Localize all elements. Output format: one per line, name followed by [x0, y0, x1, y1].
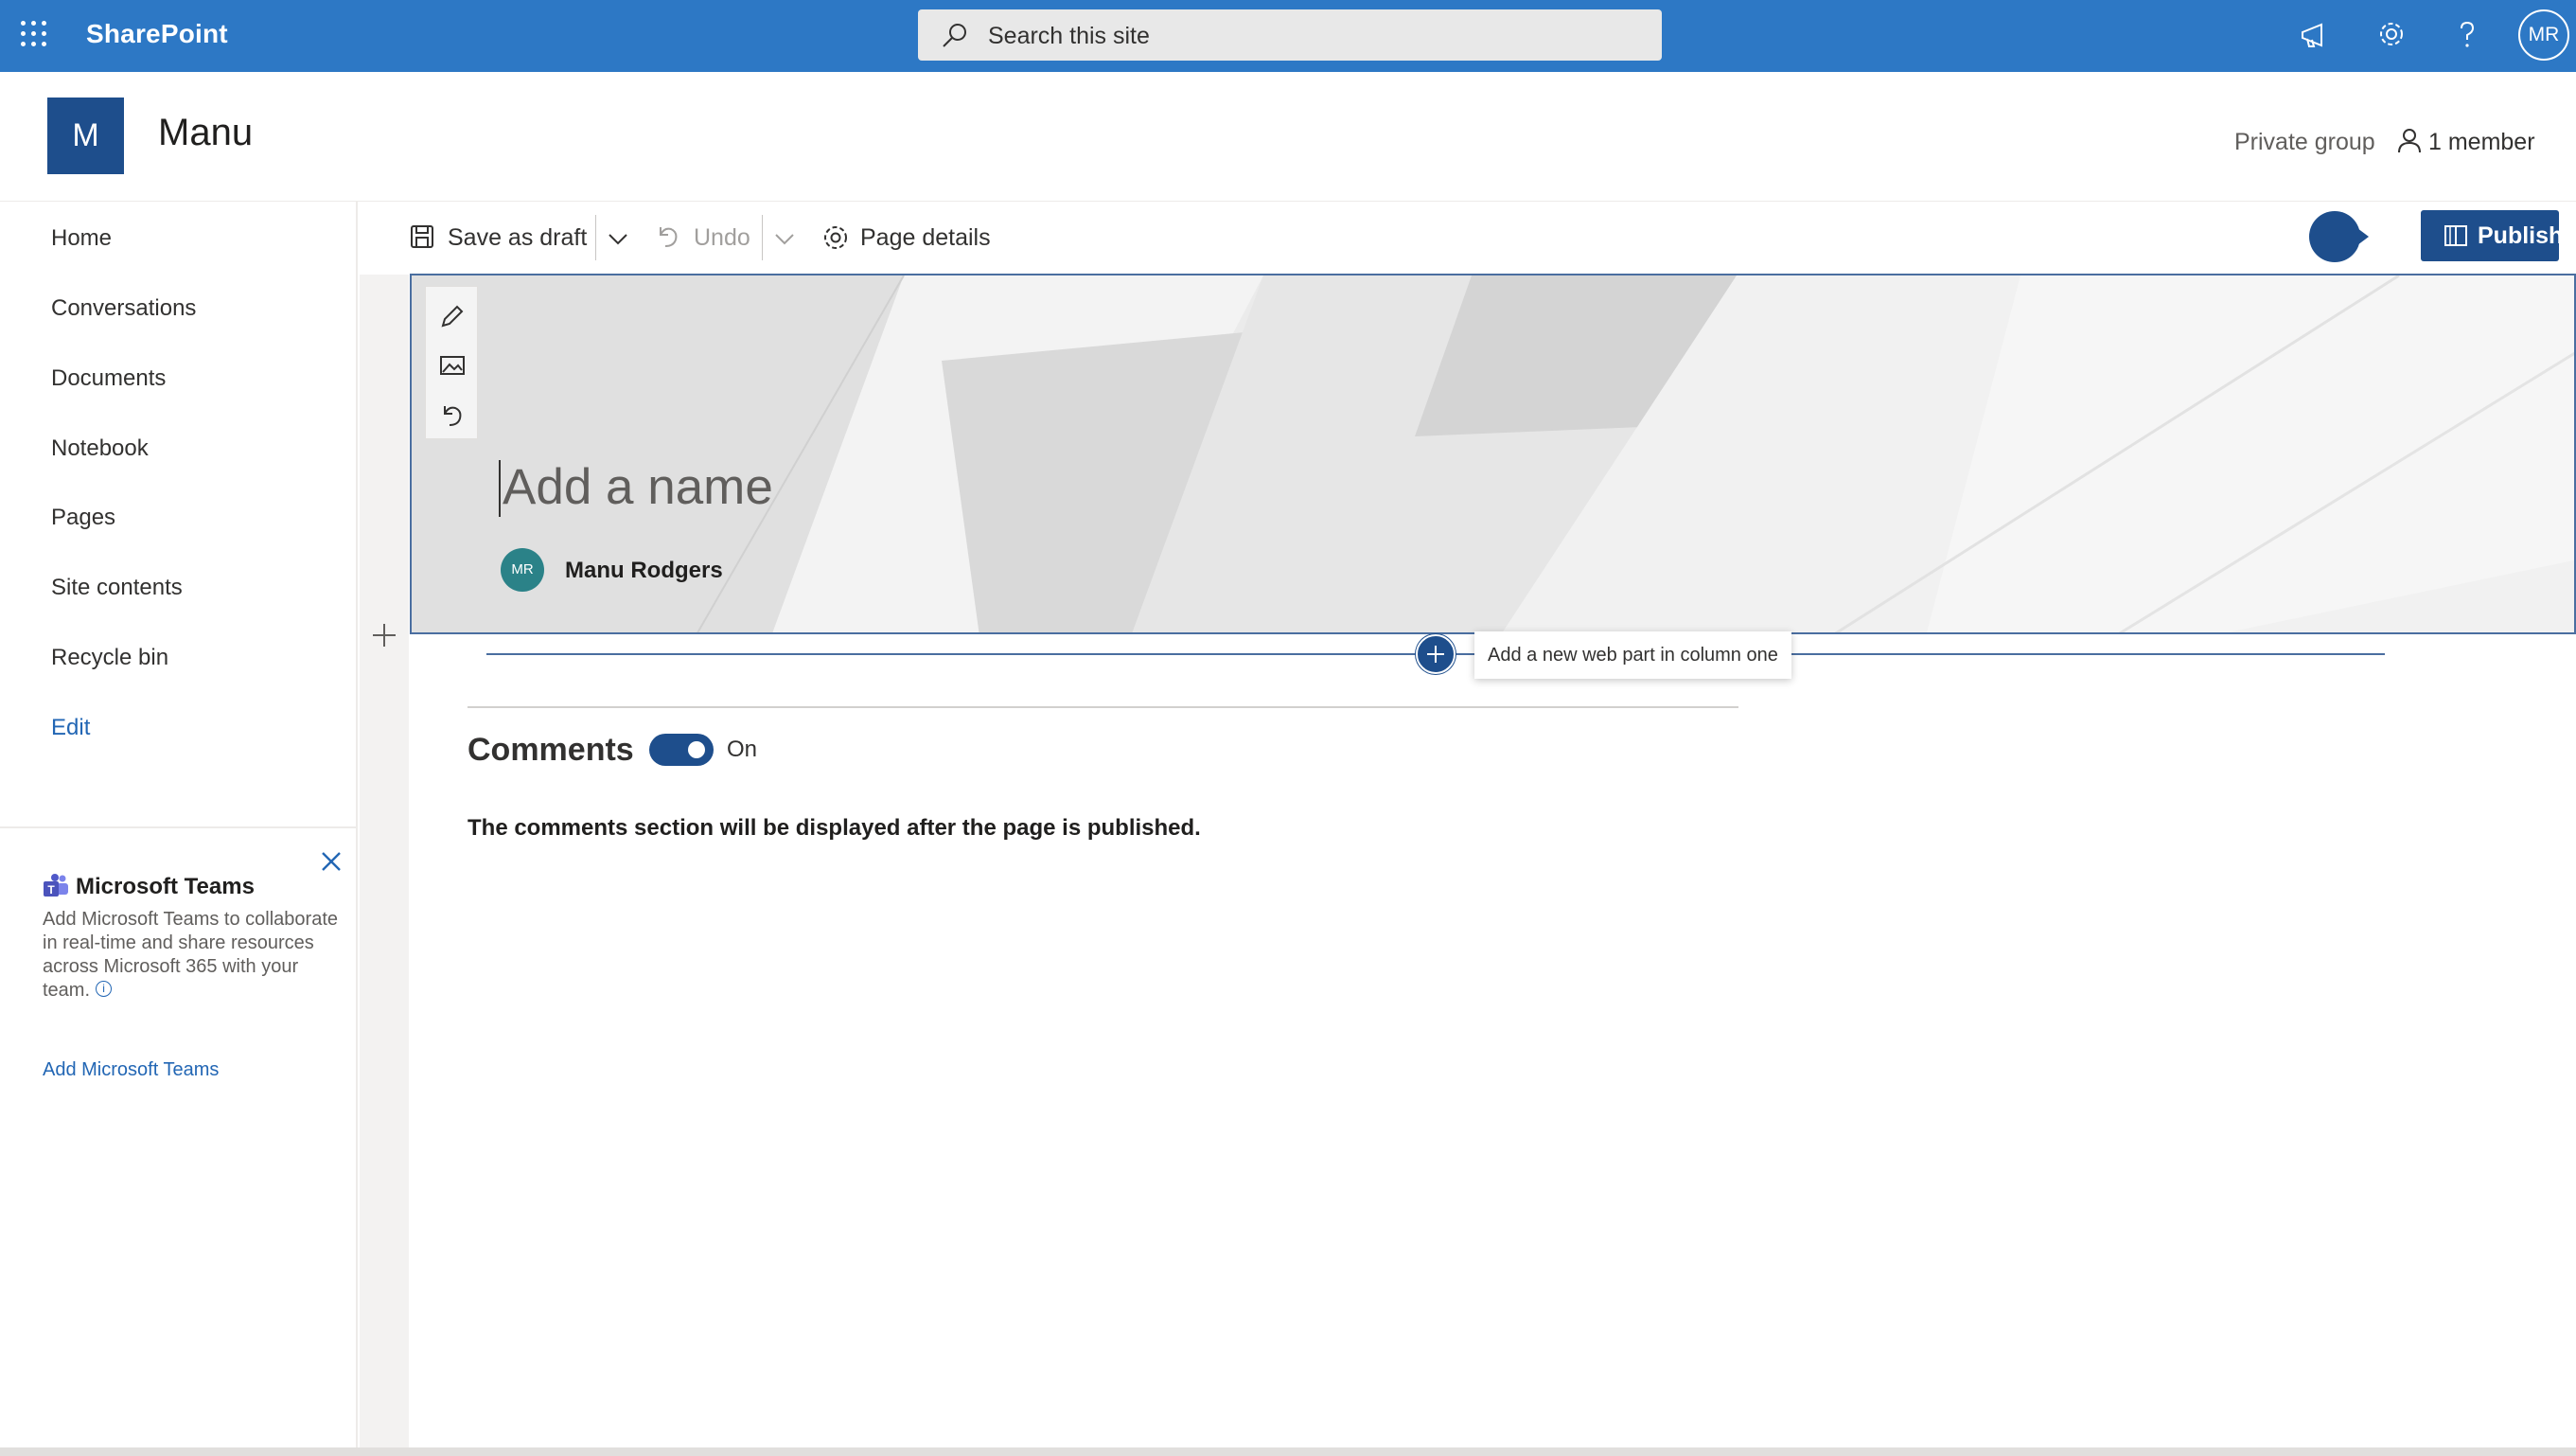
svg-text:T: T [47, 883, 55, 897]
nav-item-recycle-bin[interactable]: Recycle bin [51, 645, 168, 671]
comments-divider [468, 706, 1738, 708]
bottom-border [0, 1447, 2576, 1456]
comments-toggle[interactable] [649, 734, 714, 766]
app-name[interactable]: SharePoint [86, 19, 228, 49]
user-avatar[interactable]: MR [2518, 9, 2569, 61]
gear-icon [824, 226, 847, 249]
search-placeholder: Search this site [988, 23, 1150, 49]
undo-icon [660, 227, 678, 247]
publish-button[interactable]: Publish [2421, 210, 2563, 261]
command-separator [595, 215, 596, 260]
reset-icon[interactable] [438, 401, 467, 430]
title-toolbar [425, 286, 478, 439]
edit-pencil-icon[interactable] [438, 302, 467, 330]
add-section-icon[interactable] [370, 621, 398, 649]
nav-item-site-contents[interactable]: Site contents [51, 575, 183, 601]
nav-item-pages[interactable]: Pages [51, 505, 115, 531]
add-webpart-tooltip: Add a new web part in column one [1474, 631, 1791, 679]
command-separator [762, 215, 763, 260]
privacy-label: Private group [2234, 129, 2375, 155]
nav-divider [0, 826, 356, 828]
left-navigation: Home Conversations Documents Notebook Pa… [0, 202, 358, 1447]
megaphone-icon[interactable] [2297, 17, 2335, 55]
chevron-down-icon[interactable] [772, 226, 797, 251]
close-icon[interactable] [319, 849, 344, 874]
nav-item-documents[interactable]: Documents [51, 365, 166, 392]
comments-note: The comments section will be displayed a… [468, 815, 1201, 841]
nav-item-conversations[interactable]: Conversations [51, 295, 196, 322]
page-details-label: Page details [860, 224, 991, 251]
teams-card-description: Add Microsoft Teams to collaborate in re… [43, 908, 345, 1003]
site-logo[interactable]: M [47, 98, 124, 174]
comments-toggle-label: On [727, 737, 758, 762]
add-webpart-button[interactable] [1416, 634, 1456, 674]
feedback-bubble-icon[interactable] [2308, 210, 2369, 263]
title-background-image [412, 275, 2574, 632]
settings-icon[interactable] [2373, 17, 2410, 55]
chevron-down-icon[interactable] [606, 226, 630, 251]
save-icon [411, 225, 433, 248]
add-teams-link[interactable]: Add Microsoft Teams [43, 1059, 219, 1081]
site-name[interactable]: Manu [158, 112, 253, 154]
comments-heading: Comments [468, 732, 634, 768]
author-name: Manu Rodgers [565, 558, 723, 583]
nav-item-notebook[interactable]: Notebook [51, 435, 149, 462]
app-launcher-icon[interactable] [21, 21, 47, 47]
search-input[interactable]: Search this site [918, 9, 1662, 61]
change-image-icon[interactable] [438, 352, 467, 381]
title-region[interactable]: Add a name MR Manu Rodgers [410, 274, 2576, 634]
members-count: 1 member [2428, 129, 2535, 155]
search-icon [943, 24, 966, 47]
help-icon[interactable] [2448, 17, 2486, 55]
teams-icon: T [44, 874, 68, 897]
canvas-gutter [360, 275, 409, 1448]
nav-item-home[interactable]: Home [51, 225, 112, 252]
teams-card-title: Microsoft Teams [76, 874, 255, 899]
page-title-input[interactable]: Add a name [499, 460, 1634, 517]
undo-label: Undo [694, 224, 750, 251]
teams-card-description-text: Add Microsoft Teams to collaborate in re… [43, 909, 339, 1001]
author-avatar: MR [501, 548, 544, 592]
publish-label: Publish [2478, 222, 2564, 249]
person-icon [2398, 129, 2421, 153]
nav-edit-link[interactable]: Edit [51, 715, 90, 741]
suite-bar: SharePoint Search this site MR [0, 0, 2576, 72]
save-draft-label: Save as draft [448, 224, 588, 251]
info-icon[interactable]: i [96, 981, 113, 997]
command-bar: Save as draft Undo Page details [360, 202, 2576, 274]
book-icon [2444, 225, 2467, 246]
plus-icon [1427, 646, 1444, 663]
